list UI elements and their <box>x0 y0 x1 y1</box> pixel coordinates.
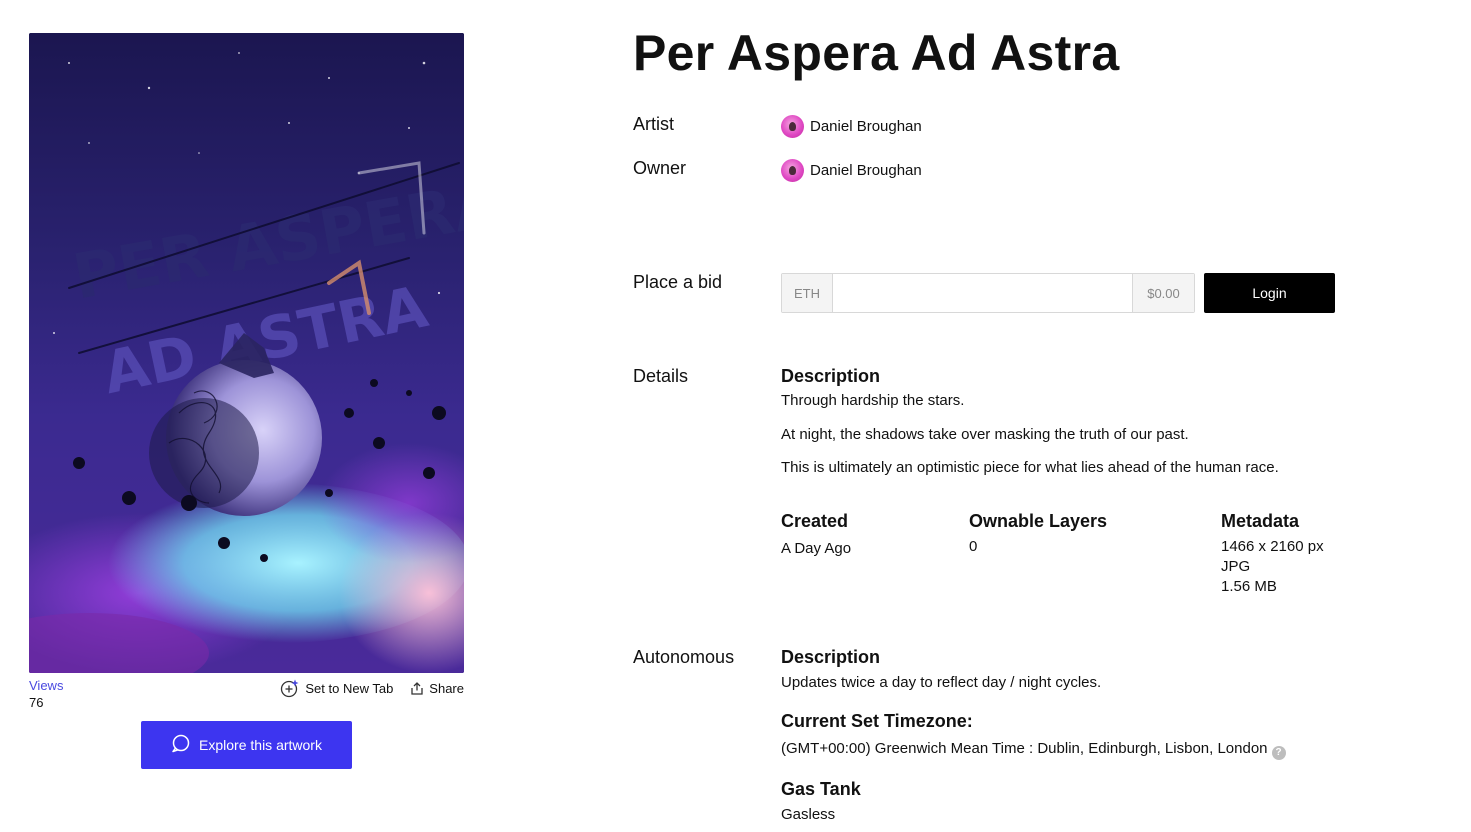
artist-avatar <box>781 115 804 138</box>
created-heading: Created <box>781 511 849 531</box>
bid-amount-input[interactable] <box>833 274 1132 312</box>
owner-label: Owner <box>633 158 687 178</box>
ownable-layers-heading: Ownable Layers <box>969 511 1108 531</box>
details-description-heading: Description <box>781 366 881 386</box>
autonomous-description-heading: Description <box>781 647 881 667</box>
bid-currency: ETH <box>782 274 833 312</box>
artist-name: Daniel Broughan <box>810 118 922 135</box>
set-new-tab-button[interactable]: Set to New Tab <box>280 679 393 698</box>
artwork-painting: PER ASPERA AD ASTRA <box>29 33 464 673</box>
chat-bubble-icon <box>171 734 190 756</box>
views-count: 76 <box>29 695 44 710</box>
owner-link[interactable]: Daniel Broughan <box>781 159 922 182</box>
description-line: At night, the shadows take over masking … <box>781 426 1189 443</box>
artist-link[interactable]: Daniel Broughan <box>781 115 922 138</box>
metadata-size: 1.56 MB <box>1221 578 1277 595</box>
details-label: Details <box>633 366 689 386</box>
owner-avatar <box>781 159 804 182</box>
artwork-image[interactable]: PER ASPERA AD ASTRA <box>29 33 464 673</box>
share-label: Share <box>429 681 464 696</box>
metadata-heading: Metadata <box>1221 511 1300 531</box>
ownable-layers-value: 0 <box>969 538 978 555</box>
place-bid-label: Place a bid <box>633 272 723 292</box>
bid-input-group: ETH $0.00 <box>781 273 1195 313</box>
autonomous-description: Updates twice a day to reflect day / nig… <box>781 674 1102 691</box>
explore-artwork-button[interactable]: Explore this artwork <box>141 721 352 769</box>
help-icon[interactable]: ? <box>1271 745 1286 760</box>
share-icon <box>411 682 423 695</box>
explore-label: Explore this artwork <box>199 737 322 753</box>
login-button[interactable]: Login <box>1204 273 1335 313</box>
description-line: This is ultimately an optimistic piece f… <box>781 459 1279 476</box>
autonomous-label: Autonomous <box>633 647 735 667</box>
artwork-actions: Set to New Tab Share <box>280 679 464 698</box>
views-counter: Views 76 <box>29 678 63 710</box>
views-label: Views <box>29 678 64 693</box>
gas-tank-heading: Gas Tank <box>781 779 861 799</box>
share-button[interactable]: Share <box>411 681 464 696</box>
timezone-row: (GMT+00:00) Greenwich Mean Time : Dublin… <box>781 740 1286 760</box>
add-tab-icon <box>280 679 299 698</box>
bid-usd-value: $0.00 <box>1132 274 1194 312</box>
metadata-format: JPG <box>1221 558 1251 575</box>
set-new-tab-label: Set to New Tab <box>305 681 394 696</box>
timezone-value: (GMT+00:00) Greenwich Mean Time : Dublin… <box>781 740 1268 757</box>
gas-tank-value: Gasless <box>781 806 836 823</box>
description-line: Through hardship the stars. <box>781 392 965 409</box>
artist-label: Artist <box>633 114 675 134</box>
owner-name: Daniel Broughan <box>810 162 922 179</box>
created-value: A Day Ago <box>781 540 852 557</box>
metadata-dimensions: 1466 x 2160 px <box>1221 538 1324 555</box>
timezone-heading: Current Set Timezone: <box>781 711 973 731</box>
artwork-title: Per Aspera Ad Astra <box>633 25 1120 81</box>
